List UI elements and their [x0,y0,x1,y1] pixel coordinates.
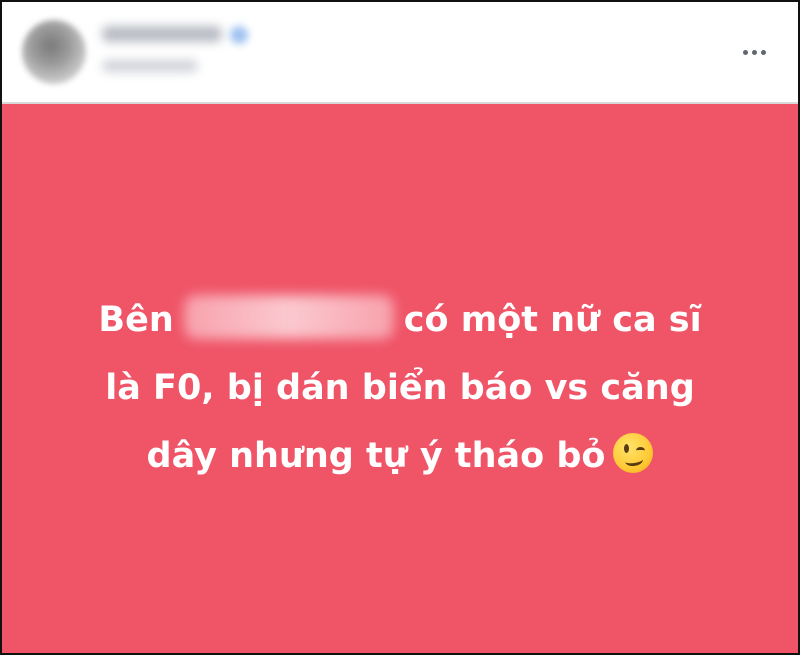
post-card: Bên có một nữ ca sĩ là F0, bị dán biển bá… [0,0,800,655]
post-header [2,2,798,104]
post-text-line-1-end: có một nữ ca sĩ [403,300,702,340]
post-text-line-3: dây nhưng tự ý tháo bỏ [42,422,758,490]
redacted-text-blur [183,295,394,339]
post-text-line-1: Bên có một nữ ca sĩ [42,286,758,354]
post-meta-redacted[interactable] [102,60,198,72]
post-background: Bên có một nữ ca sĩ là F0, bị dán biển bá… [2,104,798,653]
avatar[interactable] [22,20,86,84]
post-text-line-3-text: dây nhưng tự ý tháo bỏ [146,436,606,476]
post-text-line-1-start: Bên [98,300,174,340]
more-horizontal-icon [742,49,748,55]
verified-badge-icon [230,26,248,44]
post-text: Bên có một nữ ca sĩ là F0, bị dán biển bá… [42,286,758,490]
winking-face-icon [613,433,654,473]
author-name-redacted[interactable] [102,26,222,42]
post-text-line-2: là F0, bị dán biển báo vs căng [105,368,695,408]
more-options-button[interactable] [732,38,776,66]
